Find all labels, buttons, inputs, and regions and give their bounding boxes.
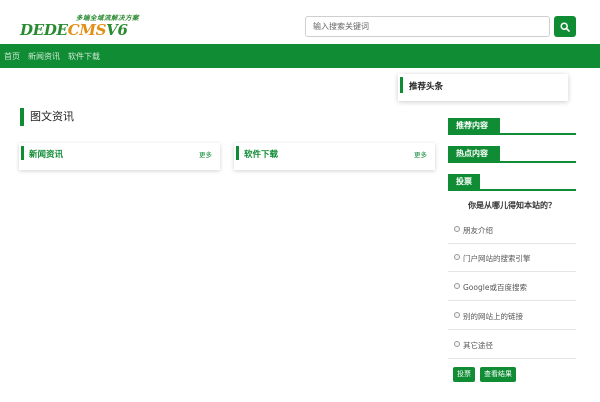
software-box: 软件下载 更多 (234, 143, 435, 170)
software-box-title[interactable]: 软件下载 (244, 148, 278, 160)
logo-wordmark: DEDECMSV6 (20, 21, 128, 39)
vote-button[interactable]: 投票 (453, 367, 475, 382)
news-box-title[interactable]: 新闻资讯 (29, 148, 63, 160)
news-box: 新闻资讯 更多 (19, 143, 220, 170)
headline-box: 推荐头条 (398, 74, 568, 101)
search-button[interactable] (554, 16, 576, 37)
vote-option-label[interactable]: 其它途径 (463, 340, 493, 351)
box-accent-bar (236, 146, 239, 160)
vote-header: 投票 (448, 174, 576, 191)
headline-title: 推荐头条 (409, 82, 444, 92)
vote-question: 你是从哪儿得知本站的？ (468, 201, 556, 210)
vote-option-label[interactable]: 别的网站上的链接 (463, 311, 523, 322)
site-logo[interactable]: 多端全域流解决方案 DEDECMSV6 (20, 12, 139, 40)
nav-item-news[interactable]: 新闻资讯 (28, 51, 60, 62)
radio-button[interactable] (454, 226, 460, 232)
search-icon (560, 21, 570, 32)
view-results-button[interactable]: 查看结果 (480, 367, 516, 382)
search-input[interactable] (305, 16, 550, 37)
radio-button[interactable] (454, 283, 460, 289)
vote-option[interactable]: Google或百度搜索 (448, 273, 576, 301)
headline-accent-bar (400, 77, 403, 93)
section-title: 图文资讯 (20, 108, 74, 126)
radio-button[interactable] (454, 254, 460, 260)
recommend-tab[interactable]: 推荐内容 (448, 118, 500, 133)
box-accent-bar (21, 146, 24, 160)
main-navbar: 首页 新闻资讯 软件下载 (0, 44, 600, 68)
hot-tab[interactable]: 热点内容 (448, 146, 500, 161)
vote-option[interactable]: 其它途径 (448, 331, 576, 359)
vote-tab: 投票 (448, 174, 480, 189)
radio-button[interactable] (454, 312, 460, 318)
software-more-link[interactable]: 更多 (414, 149, 427, 159)
vote-option-label[interactable]: 门户网站的搜索引擎 (463, 253, 531, 264)
vote-option[interactable]: 朋友介绍 (448, 216, 576, 244)
vote-option-label[interactable]: 朋友介绍 (463, 225, 493, 236)
nav-item-home[interactable]: 首页 (4, 51, 20, 62)
nav-item-software[interactable]: 软件下载 (68, 51, 100, 62)
radio-button[interactable] (454, 341, 460, 347)
vote-option[interactable]: 别的网站上的链接 (448, 302, 576, 330)
hot-header: 热点内容 (448, 146, 576, 163)
news-more-link[interactable]: 更多 (199, 149, 212, 159)
recommend-header: 推荐内容 (448, 118, 576, 135)
vote-option[interactable]: 门户网站的搜索引擎 (448, 244, 576, 272)
vote-option-label[interactable]: Google或百度搜索 (463, 282, 527, 293)
